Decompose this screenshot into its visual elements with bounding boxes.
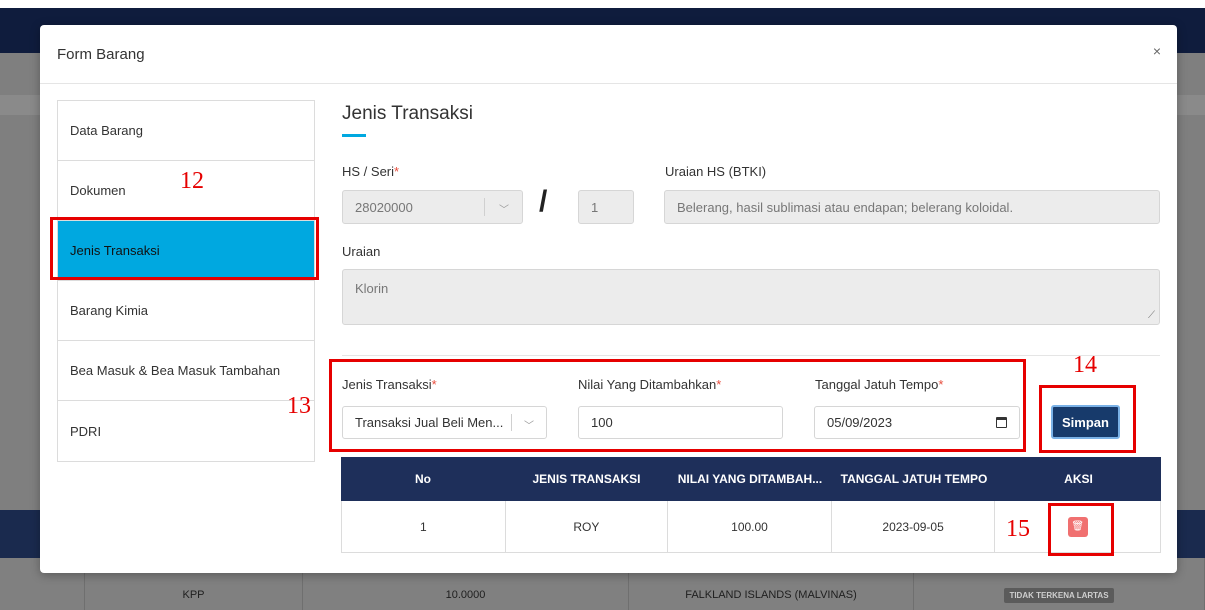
annotation-15: 15 xyxy=(1006,516,1030,542)
nav-item-pdri[interactable]: PDRI xyxy=(58,401,314,461)
column-header: No xyxy=(415,472,431,486)
table-header: No JENIS TRANSAKSI NILAI YANG DITAMBAH..… xyxy=(341,457,1161,501)
nav-item-label: Dokumen xyxy=(70,183,126,198)
seri-field[interactable]: 1 xyxy=(578,190,634,224)
column-header: TANGGAL JATUH TEMPO xyxy=(840,472,988,486)
annotation-box-12 xyxy=(50,217,319,280)
modal-header: Form Barang × xyxy=(40,25,1177,84)
hs-value: 28020000 xyxy=(355,199,413,215)
uraian-hs-field[interactable]: Belerang, hasil sublimasi atau endapan; … xyxy=(664,190,1160,224)
form-divider xyxy=(342,355,1160,356)
section-title: Jenis Transaksi xyxy=(342,103,473,124)
jenis-transaksi-table: No JENIS TRANSAKSI NILAI YANG DITAMBAH..… xyxy=(341,457,1161,553)
nav-item-data-barang[interactable]: Data Barang xyxy=(58,101,314,161)
nav-item-label: Data Barang xyxy=(70,123,143,138)
uraian-textarea[interactable]: Klorin ⟋ xyxy=(342,269,1160,325)
title-underline xyxy=(342,134,366,137)
page-top-strip xyxy=(0,0,1205,8)
annotation-14: 14 xyxy=(1073,352,1097,378)
column-header: JENIS TRANSAKSI xyxy=(532,472,641,486)
form-barang-modal: Form Barang × Data Barang Dokumen Jenis … xyxy=(40,25,1177,573)
uraian-hs-label: Uraian HS (BTKI) xyxy=(665,164,767,179)
lartas-badge: TIDAK TERKENA LARTAS xyxy=(1004,587,1114,603)
nav-item-label: Barang Kimia xyxy=(70,303,149,318)
cell-no: 1 xyxy=(342,501,506,552)
slash-separator: / xyxy=(539,185,548,218)
modal-title: Form Barang xyxy=(57,46,145,63)
annotation-box-13 xyxy=(329,359,1026,452)
nav-item-bea-masuk[interactable]: Bea Masuk & Bea Masuk Tambahan xyxy=(58,341,314,401)
uraian-label: Uraian xyxy=(342,244,381,259)
nav-item-label: PDRI xyxy=(70,423,102,439)
nav-item-label: Bea Masuk & Bea Masuk Tambahan xyxy=(70,363,281,378)
annotation-12: 12 xyxy=(180,168,204,194)
column-header: NILAI YANG DITAMBAH... xyxy=(677,472,823,486)
hs-seri-label: HS / Seri* xyxy=(342,164,400,179)
chevron-down-icon: ﹀ xyxy=(499,205,509,216)
annotation-13: 13 xyxy=(287,393,311,419)
close-icon[interactable]: × xyxy=(1153,43,1161,59)
cell-nilai: 100.00 xyxy=(668,501,832,552)
annotation-box-15 xyxy=(1048,503,1114,556)
table-row: 1 ROY 100.00 2023-09-05 🗑 xyxy=(341,501,1161,553)
annotation-box-14 xyxy=(1039,385,1136,453)
cell-tanggal: 2023-09-05 xyxy=(832,501,996,552)
nav-item-barang-kimia[interactable]: Barang Kimia xyxy=(58,281,314,341)
cell-jenis: ROY xyxy=(506,501,669,552)
form-section-nav: Data Barang Dokumen Jenis Transaksi Bara… xyxy=(57,100,315,462)
select-divider xyxy=(484,198,485,216)
hs-select[interactable]: 28020000 ﹀ xyxy=(342,190,523,224)
resize-handle-icon[interactable]: ⟋ xyxy=(1148,310,1155,321)
column-header: AKSI xyxy=(1064,472,1093,486)
